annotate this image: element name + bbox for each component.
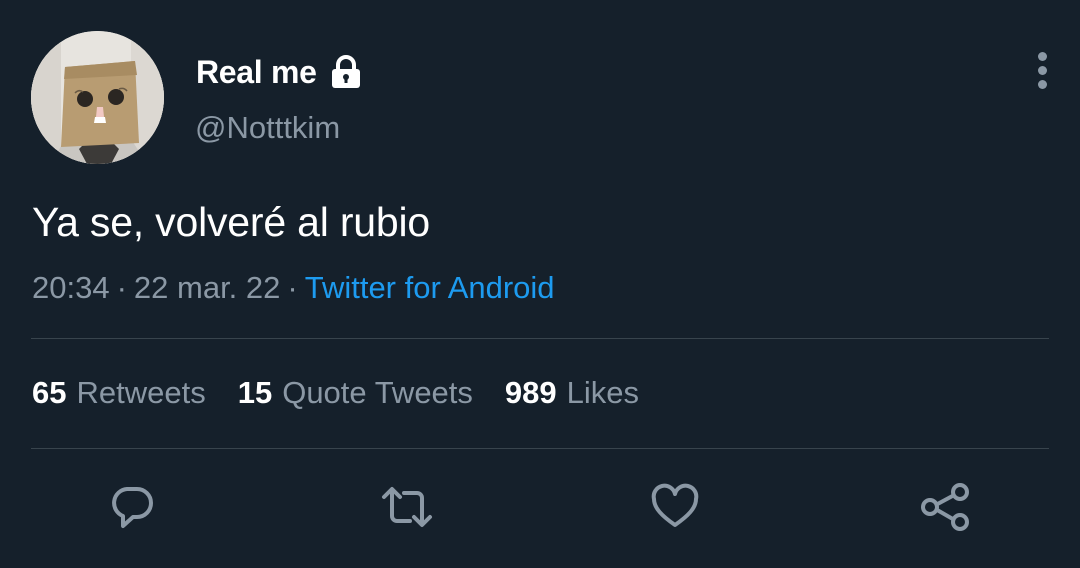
meta-separator: ·: [287, 270, 298, 305]
lock-icon: [327, 53, 365, 91]
quote-tweets-stat[interactable]: 15 Quote Tweets: [238, 375, 473, 411]
quote-tweets-label: Quote Tweets: [282, 375, 473, 410]
retweet-icon: [382, 487, 432, 527]
likes-stat[interactable]: 989 Likes: [505, 375, 639, 411]
share-icon: [921, 483, 969, 531]
reply-icon: [112, 487, 153, 528]
engagement-stats: 65 Retweets 15 Quote Tweets 989 Likes: [32, 375, 671, 411]
share-button[interactable]: [918, 480, 972, 534]
author-name-row[interactable]: Real me: [196, 50, 365, 94]
display-name[interactable]: Real me: [196, 54, 317, 91]
more-dot: [1037, 51, 1047, 61]
meta-separator: ·: [116, 270, 127, 305]
avatar-image: [31, 31, 164, 164]
heart-icon: [651, 483, 699, 527]
divider: [31, 338, 1049, 339]
like-button[interactable]: [648, 480, 702, 534]
tweet-source-link[interactable]: Twitter for Android: [305, 270, 555, 305]
more-vertical-icon[interactable]: [1024, 44, 1060, 96]
tweet-meta: 20:34 · 22 mar. 22 · Twitter for Android: [32, 270, 555, 306]
retweets-stat[interactable]: 65 Retweets: [32, 375, 206, 411]
tweet-time[interactable]: 20:34: [32, 270, 110, 305]
divider: [31, 448, 1049, 449]
tweet-action-bar: [0, 480, 1080, 534]
avatar[interactable]: [31, 31, 164, 164]
retweets-label: Retweets: [76, 375, 206, 410]
user-handle[interactable]: @Notttkim: [195, 110, 340, 146]
likes-count: 989: [504, 375, 557, 410]
more-dot: [1037, 65, 1047, 75]
quote-tweets-count: 15: [237, 375, 273, 410]
more-dot: [1037, 79, 1047, 89]
likes-label: Likes: [566, 375, 640, 410]
retweet-button[interactable]: [380, 480, 434, 534]
tweet-date[interactable]: 22 mar. 22: [134, 270, 280, 305]
tweet-text: Ya se, volveré al rubio: [32, 199, 431, 245]
reply-button[interactable]: [105, 480, 159, 534]
retweets-count: 65: [32, 375, 67, 410]
